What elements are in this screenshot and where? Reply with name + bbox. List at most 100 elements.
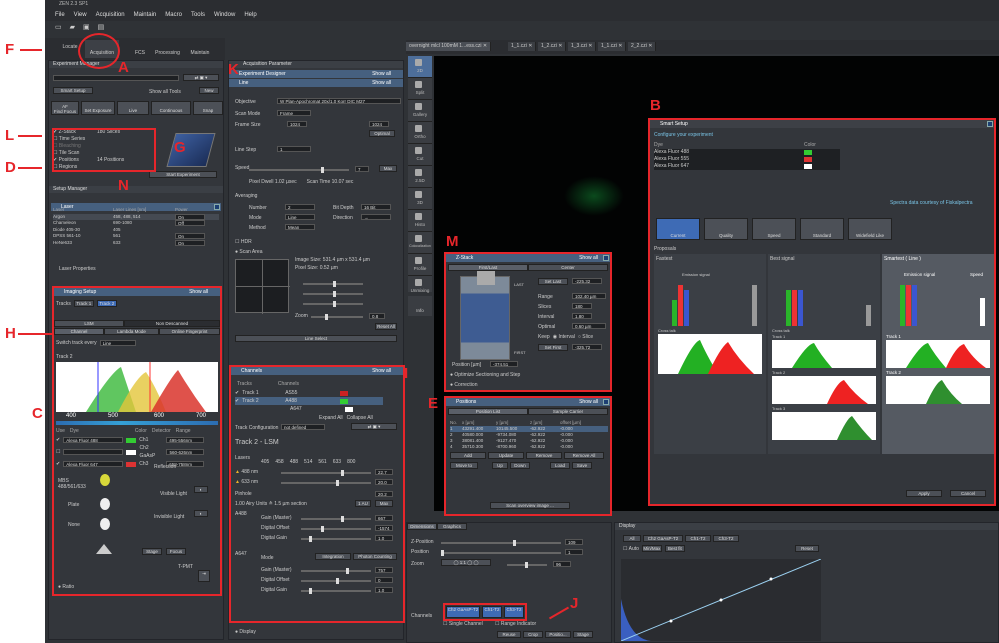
auto-checkbox[interactable]: ☐ Auto	[623, 546, 639, 552]
stage-button[interactable]: Stage	[142, 548, 162, 555]
proposal-fastest[interactable]: Fastest Emission signal Cross talk	[654, 254, 766, 454]
channel-tab[interactable]: Channel	[54, 328, 104, 335]
track1-tab[interactable]: Track 1	[73, 300, 94, 307]
dgain1-slider[interactable]	[301, 536, 371, 542]
laser-properties[interactable]: Laser Properties	[59, 266, 96, 272]
view-2d-tab[interactable]: 2D	[408, 56, 432, 78]
print-icon[interactable]: ▤	[98, 23, 105, 31]
mode-current-button[interactable]: Current	[656, 218, 700, 240]
channel-row[interactable]: ✔ Track 1 AS55	[235, 389, 383, 397]
gain1-input[interactable]: 667	[375, 515, 393, 521]
last-input[interactable]: -225.32	[572, 278, 602, 284]
image-tab[interactable]: 1_1.czi ✕	[508, 42, 537, 51]
update-position-button[interactable]: Update	[488, 452, 524, 459]
pinhole-input[interactable]: 20.2	[375, 491, 393, 497]
visible-light-toggle[interactable]: ◐	[194, 486, 208, 493]
speed-input[interactable]: 7	[355, 166, 369, 172]
offset2-input[interactable]: 0	[375, 577, 393, 583]
positio-button[interactable]: Positio...	[545, 631, 571, 638]
zoom-input[interactable]: 0.8	[369, 313, 385, 319]
laser-633-input[interactable]: 20.0	[375, 479, 393, 485]
gain2-input[interactable]: 757	[375, 567, 393, 573]
display-tab-ch2[interactable]: Ch2 GaAsP-T2	[643, 535, 683, 542]
imaging-setup-header[interactable]: Imaging Setup Show all	[54, 288, 220, 296]
tab-maintain[interactable]: Maintain	[185, 50, 215, 56]
folder-icon[interactable]: ▰	[70, 23, 75, 31]
reflection-checkbox[interactable]: Reflection	[154, 464, 176, 470]
open-icon[interactable]: ▭	[55, 23, 62, 31]
optimize-section[interactable]: ● Optimize Sectioning and Step	[450, 372, 520, 378]
view-unmixing-tab[interactable]: Unmixing	[408, 276, 432, 298]
dye-row[interactable]: ☐ Ch2 GaAsP 560-626nm	[56, 444, 220, 460]
positions-header[interactable]: Positions Show all	[446, 398, 610, 406]
menu-tools[interactable]: Tools	[191, 12, 205, 18]
track-config-actions[interactable]: ⇄ ▣ ▾	[351, 423, 397, 430]
offset-x-slider[interactable]	[303, 281, 363, 287]
invisible-light-toggle[interactable]: ◐	[194, 510, 208, 517]
apply-button[interactable]: Apply	[906, 490, 942, 497]
scan-overview-button[interactable]: Scan overview image ...	[490, 502, 570, 509]
dye-row[interactable]: ✔ Alexa Fluor 647 Ch3 658-758nm	[56, 460, 220, 468]
max-button[interactable]: Max	[379, 165, 397, 172]
first-last-tab[interactable]: First/Last	[448, 264, 528, 271]
menu-help[interactable]: Help	[244, 12, 256, 18]
focus-button[interactable]: Focus	[166, 548, 186, 555]
channel-row[interactable]: ✔ Track 2 A488	[235, 397, 383, 405]
remove-all-button[interactable]: Remove All	[564, 452, 604, 459]
frame-y-input[interactable]: 1024	[369, 121, 389, 127]
position-row[interactable]: 4 35710.300 -8700.960 -62.922 -0.000	[450, 444, 608, 450]
tab-processing[interactable]: Processing	[150, 50, 185, 56]
lambda-mode-tab[interactable]: Lambda Mode	[104, 328, 159, 335]
gain1-slider[interactable]	[301, 516, 371, 522]
smart-dye-row[interactable]: Alexa Fluor 488	[654, 149, 840, 156]
direction-select[interactable]: →	[361, 214, 391, 220]
view-histo-tab[interactable]: Histo	[408, 210, 432, 232]
offset1-input[interactable]: -1574	[375, 525, 393, 531]
remove-position-button[interactable]: Remove	[526, 452, 562, 459]
interval-input[interactable]: 1.80	[572, 313, 592, 319]
plate-filter-icon[interactable]	[100, 498, 110, 510]
acquisition-mode-header[interactable]: Line Show all	[229, 79, 403, 87]
live-button[interactable]: Live	[117, 101, 149, 115]
slices-input[interactable]: 180	[572, 303, 592, 309]
photon-counting-button[interactable]: Photon Counting	[353, 553, 397, 560]
keep-slice-radio[interactable]: ○ Slice	[578, 334, 593, 340]
expand-all-link[interactable]: Expand All	[319, 415, 343, 421]
menu-maintain[interactable]: Maintain	[134, 12, 157, 18]
reset-all-button[interactable]: Reset All	[375, 323, 397, 330]
channel-row[interactable]: A647	[235, 405, 383, 413]
offset1-slider[interactable]	[301, 526, 371, 532]
image-tab[interactable]: overnight mlcl 100mM 1...ess.czi ✕	[406, 42, 492, 51]
channel-ch3-button[interactable]: Ch3-T2	[504, 606, 524, 618]
correction-section[interactable]: ● Correction	[450, 382, 478, 388]
lsm-tab[interactable]: LSM	[54, 320, 124, 327]
image-tab[interactable]: 1_3.czi ✕	[568, 42, 597, 51]
view-gallery-tab[interactable]: Gallery	[408, 100, 432, 122]
range-indicator-checkbox[interactable]: ☐ Range Indicator	[495, 621, 536, 627]
display-tab-all[interactable]: All	[623, 535, 641, 542]
dgain2-input[interactable]: 1.0	[375, 587, 393, 593]
view-ortho-tab[interactable]: Ortho	[408, 122, 432, 144]
frame-x-input[interactable]: 1024	[287, 121, 307, 127]
view-coloc-tab[interactable]: Colocalization	[408, 232, 432, 254]
show-all-tools-checkbox[interactable]: Show all Tools	[149, 89, 181, 95]
integration-button[interactable]: Integration	[315, 553, 351, 560]
mode-quality-button[interactable]: Quality	[704, 218, 748, 240]
position-input[interactable]: -374.51	[490, 361, 518, 367]
zoom-slider[interactable]	[311, 314, 363, 320]
new-button[interactable]: New	[199, 87, 219, 94]
smart-dye-row[interactable]: Alexa Fluor 647	[654, 163, 840, 170]
center-tab[interactable]: Center	[528, 264, 608, 271]
bestfit-button[interactable]: Best fit	[664, 545, 685, 552]
image-tab[interactable]: 1_2.czi ✕	[538, 42, 567, 51]
bit-depth-select[interactable]: 16 Bit	[361, 204, 391, 210]
cancel-button[interactable]: Cancel	[950, 490, 986, 497]
menu-view[interactable]: View	[74, 12, 87, 18]
laser-row[interactable]: HeNe633 633 On	[53, 240, 219, 247]
non-descanned-tab[interactable]: Non Descanned	[124, 320, 220, 327]
line-select-button[interactable]: Line Select	[235, 335, 397, 342]
find-focus-button[interactable]: AF Find Focus	[51, 101, 79, 115]
pinhole-max-button[interactable]: Max	[375, 500, 393, 507]
crop-button[interactable]: Crop	[523, 631, 543, 638]
none-filter-icon[interactable]	[100, 518, 110, 530]
